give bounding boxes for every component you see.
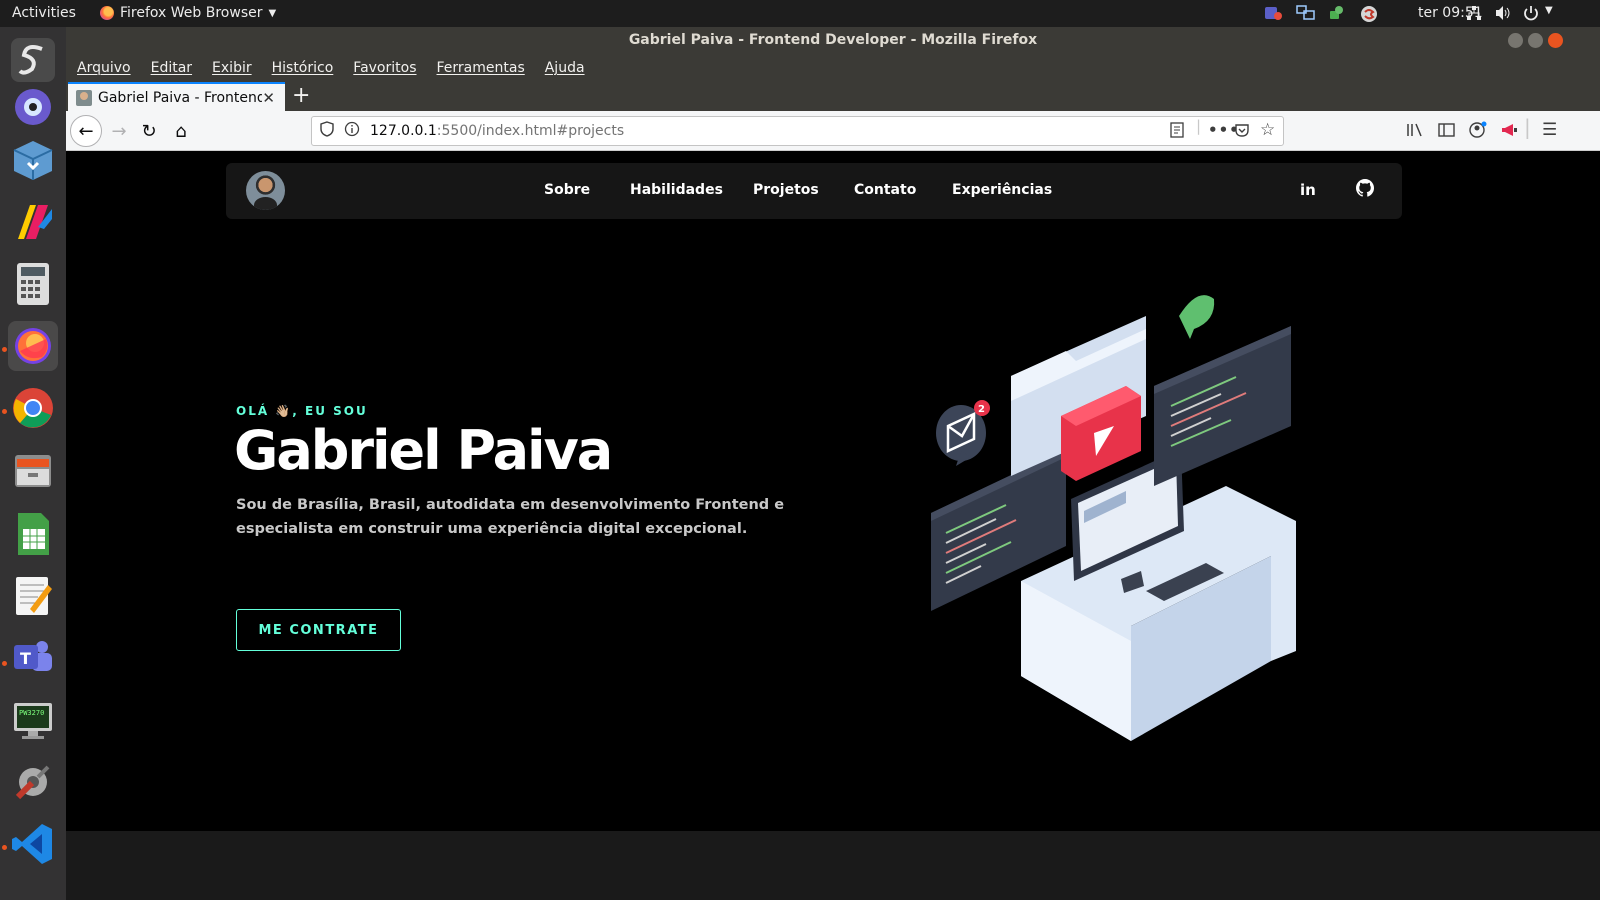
dock-monitor-icon[interactable]: PW3270	[8, 695, 58, 745]
forward-button[interactable]: →	[104, 116, 134, 146]
hire-me-button[interactable]: ME CONTRATE	[236, 609, 401, 651]
tab-active[interactable]: Gabriel Paiva - Frontend D ✕	[68, 82, 285, 111]
status-tray-icon[interactable]	[1328, 5, 1346, 21]
pocket-icon[interactable]	[1234, 122, 1250, 142]
nav-link-experiencias[interactable]: Experiências	[952, 182, 1052, 198]
display-tray-icon[interactable]	[1296, 5, 1315, 21]
dock-files-icon[interactable]	[8, 445, 58, 495]
tab-bar: Gabriel Paiva - Frontend D ✕ +	[66, 82, 1600, 111]
app-menu-label: Firefox Web Browser	[120, 5, 263, 21]
dock-vscode-icon[interactable]	[8, 819, 58, 869]
bookmark-star-icon[interactable]: ☆	[1260, 120, 1275, 140]
sidebar-toggle-icon[interactable]	[1438, 122, 1456, 142]
svg-text:T: T	[20, 649, 31, 668]
menu-favoritos[interactable]: Favoritos	[353, 60, 416, 76]
dock-text-editor-icon[interactable]	[8, 571, 58, 621]
firefox-icon	[100, 6, 114, 20]
new-tab-button[interactable]: +	[292, 83, 310, 108]
dock-calculator-icon[interactable]	[8, 259, 58, 309]
dock-chrome-icon[interactable]	[8, 383, 58, 433]
window-title: Gabriel Paiva - Frontend Developer - Moz…	[628, 32, 1038, 48]
tab-favicon	[76, 89, 92, 106]
nav-link-sobre[interactable]: Sobre	[544, 182, 590, 198]
nav-link-contato[interactable]: Contato	[854, 182, 916, 198]
web-page: Sobre Habilidades Projetos Contato Exper…	[66, 151, 1600, 900]
system-top-bar: Activities Firefox Web Browser ▼ ter 09:…	[0, 0, 1600, 27]
site-navbar: Sobre Habilidades Projetos Contato Exper…	[226, 163, 1402, 219]
dock-app-s-icon[interactable]	[8, 35, 58, 85]
running-indicator	[2, 347, 7, 352]
account-icon[interactable]	[1468, 121, 1488, 143]
menu-ferramentas[interactable]: Ferramentas	[437, 60, 525, 76]
network-icon[interactable]	[1466, 5, 1484, 21]
app-menu[interactable]: Firefox Web Browser ▼	[100, 5, 276, 21]
volume-icon[interactable]	[1494, 5, 1512, 21]
menu-arquivo[interactable]: Arquivo	[77, 60, 131, 76]
menu-bar: Arquivo Editar Exibir Histórico Favorito…	[66, 54, 1600, 82]
url-text: 127.0.0.1:5500/index.html#projects	[370, 123, 624, 139]
nav-link-habilidades[interactable]: Habilidades	[630, 182, 723, 198]
hero-name: Gabriel Paiva	[234, 419, 613, 482]
window-titlebar[interactable]: Gabriel Paiva - Frontend Developer - Moz…	[66, 27, 1600, 54]
home-button[interactable]: ⌂	[166, 116, 196, 146]
system-menu-caret-icon[interactable]: ▼	[1545, 5, 1553, 16]
power-icon[interactable]	[1522, 5, 1540, 21]
menu-ajuda[interactable]: Ajuda	[545, 60, 585, 76]
tracking-shield-icon[interactable]	[320, 121, 334, 141]
url-bar[interactable]: 127.0.0.1:5500/index.html#projects | •••…	[311, 116, 1284, 146]
url-separator: |	[1196, 117, 1202, 135]
library-icon[interactable]	[1406, 122, 1424, 142]
next-section-strip	[66, 831, 1600, 900]
site-info-icon[interactable]	[344, 121, 360, 141]
dock-firefox-icon[interactable]	[8, 321, 58, 371]
dock: T PW3270	[0, 27, 66, 900]
hero-greeting: OLÁ 👋🏼, EU SOU	[236, 404, 368, 418]
hero-description: Sou de Brasília, Brasil, autodidata em d…	[236, 497, 785, 537]
url-host: 127.0.0.1	[370, 123, 437, 139]
firefox-window: Gabriel Paiva - Frontend Developer - Moz…	[66, 27, 1600, 900]
back-button[interactable]: ←	[70, 115, 102, 147]
close-tab-icon[interactable]: ✕	[262, 89, 275, 107]
github-icon[interactable]	[1356, 179, 1375, 201]
dock-package-icon[interactable]	[8, 135, 58, 185]
megaphone-icon[interactable]	[1500, 122, 1518, 142]
nav-link-projetos[interactable]: Projetos	[753, 182, 819, 198]
menu-exibir[interactable]: Exibir	[212, 60, 252, 76]
running-indicator	[2, 409, 7, 414]
dock-settings-icon[interactable]	[8, 757, 58, 807]
menu-historico[interactable]: Histórico	[272, 60, 334, 76]
svg-text:PW3270: PW3270	[19, 709, 44, 717]
app-tray-icon[interactable]	[1360, 5, 1378, 22]
linkedin-icon[interactable]: in	[1300, 181, 1316, 199]
running-indicator	[2, 661, 7, 666]
dock-spreadsheet-icon[interactable]	[8, 509, 58, 559]
close-window-button[interactable]	[1548, 33, 1563, 48]
running-indicator	[2, 845, 7, 850]
developer-workspace-illustration: 2	[931, 295, 1296, 741]
site-nav-links: Sobre Habilidades Projetos Contato Exper…	[226, 163, 1402, 219]
reload-button[interactable]: ↻	[134, 116, 164, 146]
navigation-toolbar: ← → ↻ ⌂ 127.0.0.1:5500/index.html#projec…	[66, 111, 1600, 151]
minimize-button[interactable]	[1508, 33, 1523, 48]
maximize-button[interactable]	[1528, 33, 1543, 48]
toolbar-separator: |	[1524, 115, 1531, 139]
reader-view-icon[interactable]	[1169, 122, 1185, 142]
teams-tray-icon[interactable]	[1264, 5, 1282, 21]
dock-teams-icon[interactable]: T	[8, 633, 58, 683]
dock-designer-icon[interactable]	[8, 197, 58, 247]
caret-down-icon: ▼	[268, 7, 277, 19]
url-path: :5500/index.html#projects	[436, 123, 625, 139]
hamburger-menu-icon[interactable]: ☰	[1542, 120, 1557, 140]
notification-badge: 2	[978, 404, 985, 415]
activities-button[interactable]: Activities	[12, 5, 76, 21]
tab-title: Gabriel Paiva - Frontend D	[98, 89, 262, 106]
dock-screenshot-icon[interactable]	[8, 85, 58, 135]
menu-editar[interactable]: Editar	[151, 60, 192, 76]
